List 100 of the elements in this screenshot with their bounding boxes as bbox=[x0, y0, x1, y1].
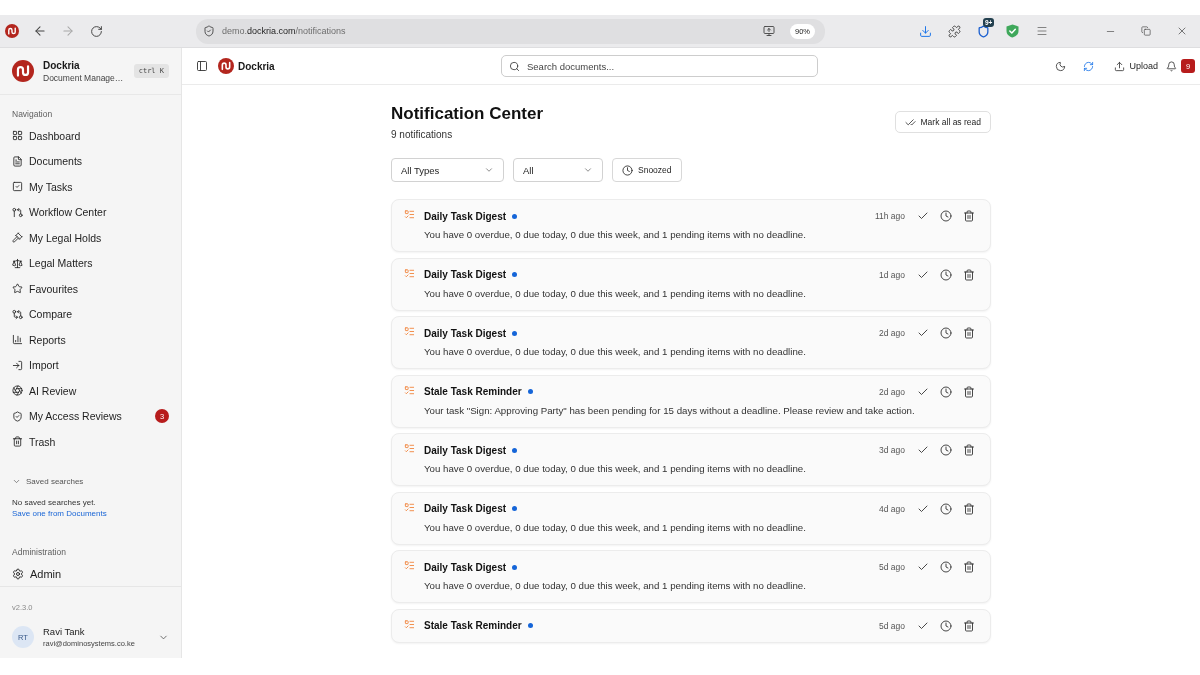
trash-icon[interactable] bbox=[963, 444, 975, 456]
clock-icon[interactable] bbox=[940, 268, 952, 281]
notification-title: Daily Task Digest bbox=[424, 269, 507, 280]
section-heading: Administration bbox=[11, 545, 67, 558]
task-list-icon bbox=[404, 267, 415, 279]
notification-time: 3d ago bbox=[879, 445, 905, 455]
nav-item[interactable]: Favourites bbox=[0, 276, 181, 302]
check-icon[interactable] bbox=[917, 444, 929, 456]
task-list-icon bbox=[404, 560, 415, 571]
clock-icon[interactable] bbox=[940, 210, 952, 222]
nav-item[interactable]: Dashboard bbox=[0, 123, 181, 149]
sign-in-icon bbox=[12, 359, 23, 371]
check-icon[interactable] bbox=[917, 561, 929, 573]
task-list-icon bbox=[404, 618, 415, 630]
trash-icon[interactable] bbox=[963, 268, 975, 281]
shield-icon[interactable] bbox=[977, 24, 990, 38]
notification-count: 9 notifications bbox=[391, 128, 454, 141]
nav-item[interactable]: Compare bbox=[0, 301, 181, 327]
upload-button[interactable]: Upload bbox=[1110, 60, 1162, 72]
notification-time: 2d ago bbox=[879, 386, 905, 397]
chevron-down-icon bbox=[583, 165, 593, 175]
saved-searches-message: No saved searches yet. Save one from Documents bbox=[11, 496, 108, 519]
search-icon bbox=[509, 60, 520, 72]
notification-title: Daily Task Digest bbox=[424, 327, 507, 339]
clock-icon[interactable] bbox=[940, 444, 952, 456]
gavel-icon bbox=[12, 232, 23, 244]
refresh-icon[interactable] bbox=[1082, 60, 1094, 72]
saved-searches-toggle[interactable]: Saved searches bbox=[0, 474, 181, 489]
notification-message: Your task "Sign: Approving Party" has been pending for 15 days without a deadline. Please review and take action. bbox=[424, 403, 916, 418]
nav-item[interactable]: Admin bbox=[0, 562, 181, 585]
download-icon[interactable] bbox=[919, 24, 932, 38]
puzzle-icon[interactable] bbox=[948, 24, 961, 38]
nav-item[interactable]: Legal Matters bbox=[0, 250, 181, 276]
search-field[interactable]: Search documents... bbox=[501, 55, 818, 77]
checkbox-icon bbox=[12, 181, 23, 193]
upload-icon bbox=[1114, 60, 1126, 72]
monitor-icon[interactable] bbox=[763, 25, 775, 37]
task-list-icon bbox=[404, 384, 415, 396]
trash-icon[interactable] bbox=[963, 385, 975, 398]
clock-icon[interactable] bbox=[940, 619, 952, 632]
double-check-icon bbox=[904, 116, 916, 128]
bell-icon[interactable] bbox=[1166, 60, 1177, 72]
clock-icon[interactable] bbox=[940, 385, 952, 398]
nav-item[interactable]: Import bbox=[0, 352, 181, 378]
brand-subtitle: Document Manage… bbox=[43, 72, 125, 83]
menu-icon[interactable] bbox=[1035, 25, 1048, 37]
trash-icon[interactable] bbox=[963, 327, 975, 339]
notification-time: 11h ago bbox=[874, 211, 905, 221]
aperture-icon bbox=[12, 385, 23, 397]
notification-title: Daily Task Digest bbox=[424, 210, 507, 222]
nav-item[interactable]: Documents bbox=[0, 148, 181, 174]
clock-icon bbox=[622, 164, 633, 176]
shield-check-icon bbox=[203, 25, 215, 37]
reload-icon[interactable] bbox=[89, 24, 103, 38]
restore-icon[interactable] bbox=[1141, 26, 1151, 36]
shield-check-icon[interactable] bbox=[1006, 24, 1019, 38]
check-icon[interactable] bbox=[917, 327, 929, 339]
trash-icon[interactable] bbox=[963, 502, 975, 515]
notification-message: You have 0 overdue, 0 due today, 0 due this week, and 1 pending items with no deadline. bbox=[424, 579, 807, 593]
task-list-icon bbox=[404, 443, 415, 454]
nav-item[interactable]: Workflow Center bbox=[0, 199, 181, 225]
filter-dropdown[interactable]: All Types bbox=[391, 158, 504, 182]
favicon-icon bbox=[5, 24, 19, 38]
task-list-icon bbox=[404, 501, 415, 513]
trash-icon[interactable] bbox=[963, 561, 975, 573]
notification-message: You have 0 overdue, 0 due today, 0 due this week, and 1 pending items with no deadline. bbox=[424, 520, 807, 535]
page-title: Notification Center bbox=[391, 104, 544, 124]
task-list-icon bbox=[404, 326, 415, 337]
grid-icon bbox=[12, 130, 23, 142]
task-list-icon bbox=[404, 209, 415, 220]
chevron-down-icon bbox=[484, 165, 494, 175]
trash-icon[interactable] bbox=[963, 619, 975, 632]
filter-dropdown[interactable]: All bbox=[513, 158, 603, 182]
gear-icon bbox=[12, 567, 24, 580]
check-icon[interactable] bbox=[917, 210, 929, 222]
scales-icon bbox=[12, 257, 23, 269]
nav-item[interactable]: My Tasks bbox=[0, 174, 181, 200]
filter-toggle-button[interactable]: Snoozed bbox=[612, 158, 682, 182]
sidebar-toggle-icon[interactable] bbox=[196, 60, 208, 72]
nav-item[interactable]: Reports bbox=[0, 327, 181, 353]
notification-message: You have 0 overdue, 0 due today, 0 due this week, and 1 pending items with no deadline. bbox=[424, 462, 807, 476]
clock-icon[interactable] bbox=[940, 327, 952, 339]
compare-arrows-icon bbox=[12, 308, 23, 320]
moon-icon[interactable] bbox=[1054, 60, 1066, 72]
trash-icon[interactable] bbox=[963, 210, 975, 222]
clock-icon[interactable] bbox=[940, 502, 952, 515]
nav-item[interactable]: AI Review bbox=[0, 378, 181, 404]
clock-icon[interactable] bbox=[940, 561, 952, 573]
close-icon[interactable] bbox=[1176, 25, 1188, 37]
notification-time: 1d ago bbox=[879, 269, 905, 280]
notification-title: Daily Task Digest bbox=[424, 503, 507, 514]
notification-message: You have 0 overdue, 0 due today, 0 due this week, and 1 pending items with no deadline. bbox=[424, 345, 807, 359]
branch-arrow-icon bbox=[12, 206, 23, 218]
mark-all-read-button[interactable]: Mark all as read bbox=[894, 111, 991, 133]
nav-item[interactable]: My Legal Holds bbox=[0, 225, 181, 251]
notification-title: Daily Task Digest bbox=[424, 444, 507, 456]
save-search-link[interactable]: Save one from Documents bbox=[12, 508, 107, 518]
logo-icon bbox=[12, 60, 34, 82]
logo-icon bbox=[218, 58, 234, 74]
nav-item[interactable]: Trash bbox=[0, 429, 181, 455]
